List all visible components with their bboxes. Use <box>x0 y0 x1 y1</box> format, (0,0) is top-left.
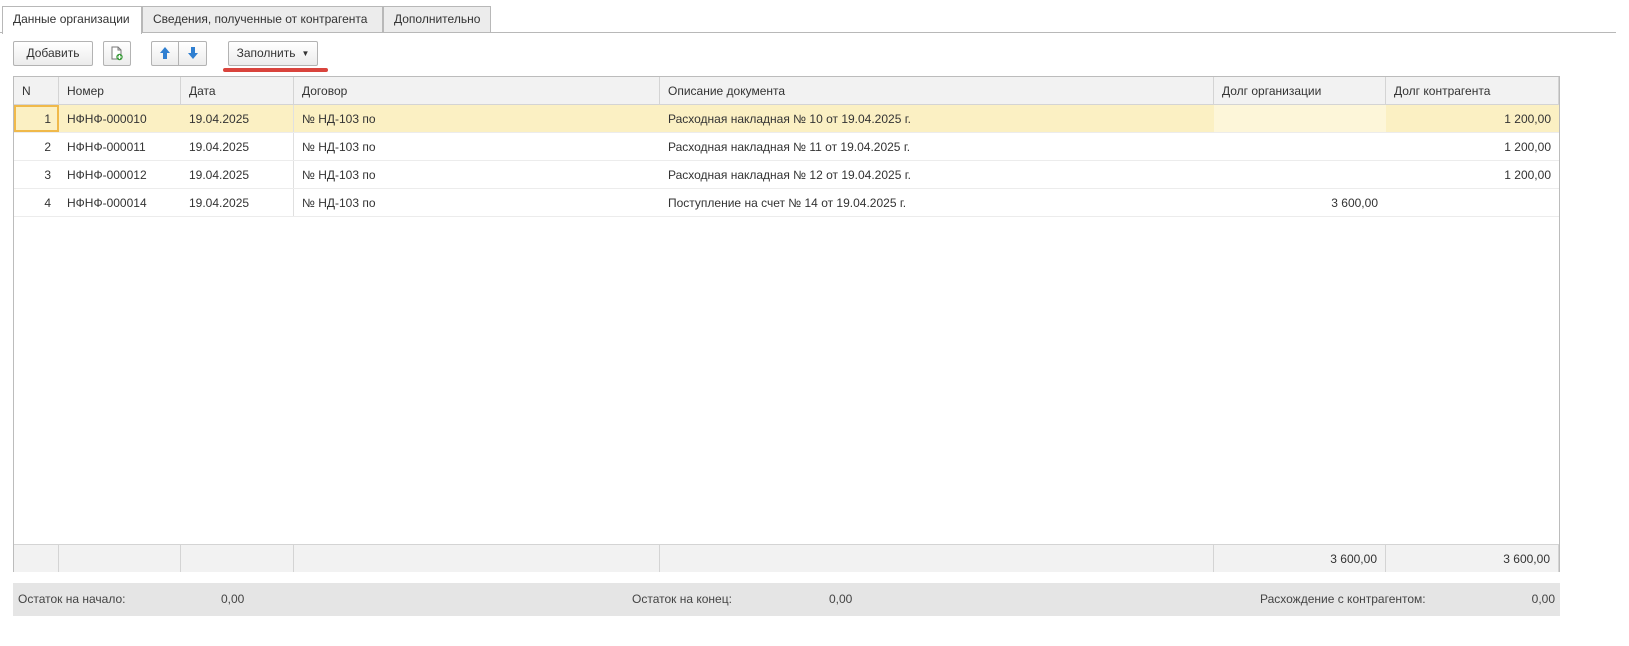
table-row[interactable]: 3 НФНФ-000012 19.04.2025 № НД-103 по Рас… <box>14 161 1559 189</box>
cell-description[interactable]: Расходная накладная № 10 от 19.04.2025 г… <box>660 105 1214 132</box>
tab-counterparty-info[interactable]: Сведения, полученные от контрагента <box>142 6 383 32</box>
discrepancy-label: Расхождение с контрагентом: <box>1260 592 1426 606</box>
column-header-n[interactable]: N <box>14 77 59 104</box>
tab-bar-divider <box>0 32 1616 33</box>
cell-contract[interactable]: № НД-103 по <box>294 105 660 132</box>
cell-date[interactable]: 19.04.2025 <box>181 105 294 132</box>
balance-summary-bar: Остаток на начало: 0,00 Остаток на конец… <box>13 583 1560 616</box>
totals-cell-date <box>181 545 294 572</box>
arrow-down-icon <box>187 47 198 59</box>
cell-debt-counterparty[interactable]: 1 200,00 <box>1386 161 1559 188</box>
table-totals-row: 3 600,00 3 600,00 <box>14 544 1559 572</box>
highlight-underline <box>223 68 328 72</box>
documents-table[interactable]: N Номер Дата Договор Описание документа … <box>13 76 1560 572</box>
table-row[interactable]: 2 НФНФ-000011 19.04.2025 № НД-103 по Рас… <box>14 133 1559 161</box>
fill-dropdown-button[interactable]: Заполнить ▼ <box>228 41 318 66</box>
column-header-contract[interactable]: Договор <box>294 77 660 104</box>
cell-n[interactable]: 1 <box>14 105 59 132</box>
table-header: N Номер Дата Договор Описание документа … <box>14 77 1559 105</box>
totals-cell-description <box>660 545 1214 572</box>
column-header-debt-organization[interactable]: Долг организации <box>1214 77 1386 104</box>
cell-date[interactable]: 19.04.2025 <box>181 161 294 188</box>
cell-contract[interactable]: № НД-103 по <box>294 133 660 160</box>
cell-number[interactable]: НФНФ-000014 <box>59 189 181 216</box>
cell-date[interactable]: 19.04.2025 <box>181 133 294 160</box>
cell-description[interactable]: Расходная накладная № 11 от 19.04.2025 г… <box>660 133 1214 160</box>
table-row[interactable]: 4 НФНФ-000014 19.04.2025 № НД-103 по Пос… <box>14 189 1559 217</box>
cell-description[interactable]: Поступление на счет № 14 от 19.04.2025 г… <box>660 189 1214 216</box>
cell-debt-counterparty[interactable]: 1 200,00 <box>1386 133 1559 160</box>
cell-description[interactable]: Расходная накладная № 12 от 19.04.2025 г… <box>660 161 1214 188</box>
cell-debt-counterparty[interactable] <box>1386 189 1559 216</box>
table-row[interactable]: 1 НФНФ-000010 19.04.2025 № НД-103 по Рас… <box>14 105 1559 133</box>
total-debt-organization: 3 600,00 <box>1214 545 1386 572</box>
cell-n[interactable]: 2 <box>14 133 59 160</box>
tab-additional[interactable]: Дополнительно <box>383 6 491 32</box>
column-header-date[interactable]: Дата <box>181 77 294 104</box>
start-balance-label: Остаток на начало: <box>18 592 126 606</box>
add-button[interactable]: Добавить <box>13 41 93 66</box>
arrow-up-icon <box>160 47 170 59</box>
totals-cell-contract <box>294 545 660 572</box>
start-balance-value: 0,00 <box>221 592 245 606</box>
cell-debt-counterparty[interactable]: 1 200,00 <box>1386 105 1559 132</box>
cell-n[interactable]: 4 <box>14 189 59 216</box>
copy-add-icon <box>111 46 123 61</box>
copy-button[interactable] <box>103 41 131 66</box>
cell-debt-organization[interactable] <box>1214 133 1386 160</box>
total-debt-counterparty: 3 600,00 <box>1386 545 1559 572</box>
cell-debt-organization[interactable] <box>1214 161 1386 188</box>
cell-number[interactable]: НФНФ-000011 <box>59 133 181 160</box>
end-balance-value: 0,00 <box>829 592 853 606</box>
cell-number[interactable]: НФНФ-000012 <box>59 161 181 188</box>
column-header-number[interactable]: Номер <box>59 77 181 104</box>
cell-date[interactable]: 19.04.2025 <box>181 189 294 216</box>
tab-bar: Данные организации Сведения, полученные … <box>0 6 1616 34</box>
end-balance-label: Остаток на конец: <box>632 592 732 606</box>
cell-number[interactable]: НФНФ-000010 <box>59 105 181 132</box>
move-down-button[interactable] <box>179 41 207 66</box>
column-header-description[interactable]: Описание документа <box>660 77 1214 104</box>
cell-contract[interactable]: № НД-103 по <box>294 161 660 188</box>
fill-button-label: Заполнить <box>236 46 296 60</box>
cell-debt-organization[interactable] <box>1214 105 1386 132</box>
cell-debt-organization[interactable]: 3 600,00 <box>1214 189 1386 216</box>
cell-contract[interactable]: № НД-103 по <box>294 189 660 216</box>
tab-organization-data[interactable]: Данные организации <box>2 6 142 34</box>
totals-cell-number <box>59 545 181 572</box>
column-header-debt-counterparty[interactable]: Долг контрагента <box>1386 77 1559 104</box>
chevron-down-icon: ▼ <box>301 49 310 59</box>
discrepancy-value: 0,00 <box>1531 592 1555 606</box>
totals-cell-n <box>14 545 59 572</box>
move-up-button[interactable] <box>151 41 179 66</box>
cell-n[interactable]: 3 <box>14 161 59 188</box>
